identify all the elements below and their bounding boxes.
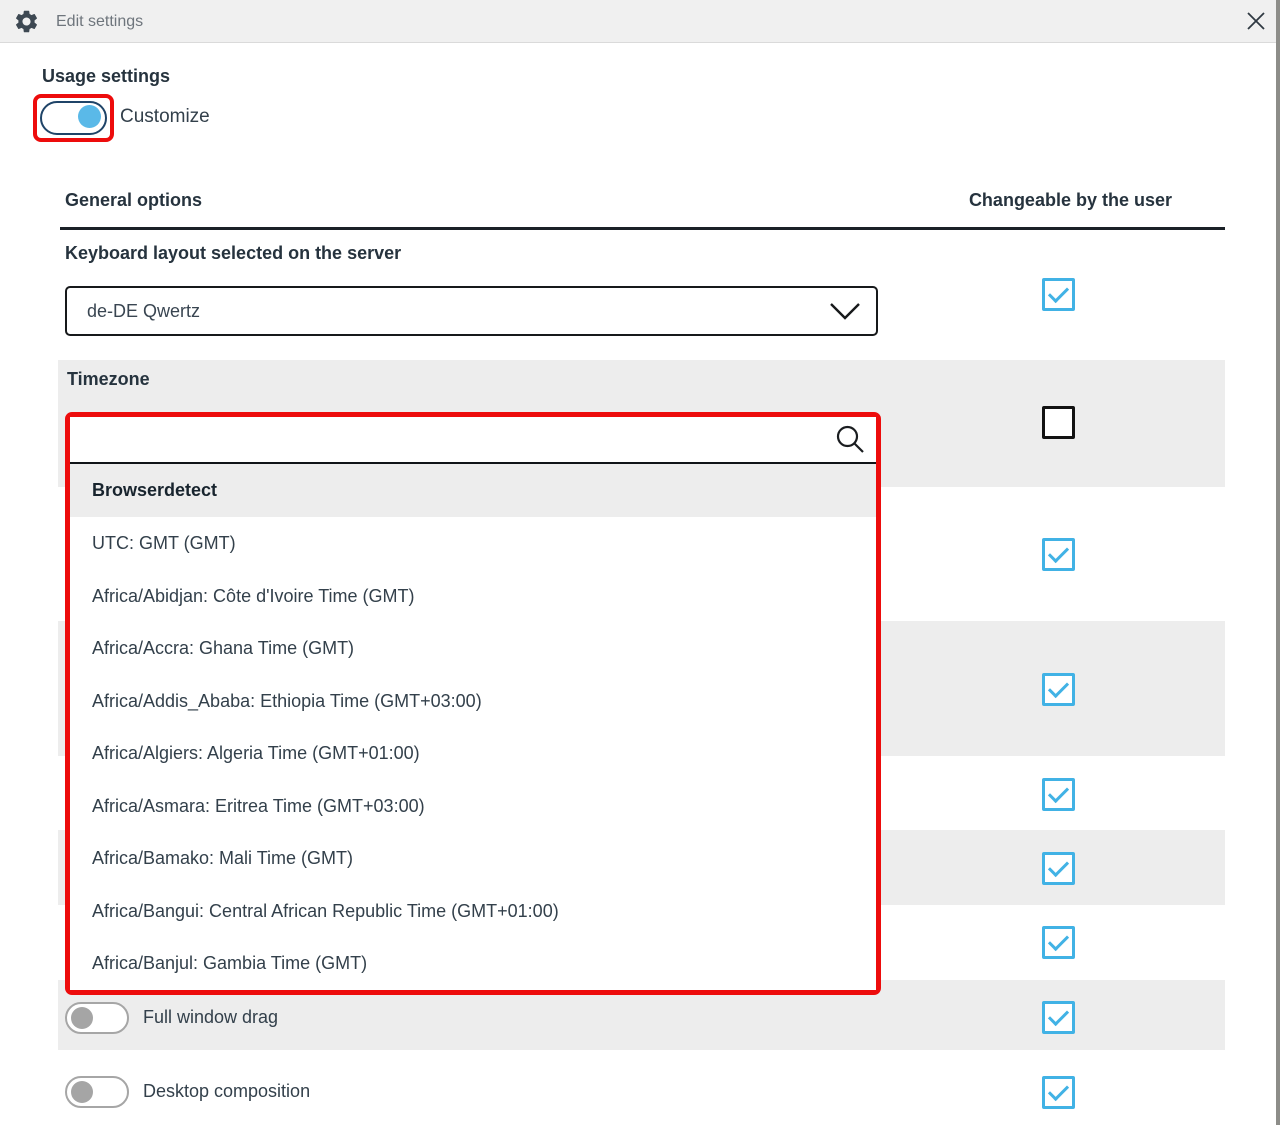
usage-settings-heading: Usage settings xyxy=(42,66,170,87)
changeable-checkbox-desktop-composition[interactable] xyxy=(1042,1076,1075,1109)
search-icon xyxy=(833,423,867,457)
timezone-label: Timezone xyxy=(67,369,150,390)
timezone-option[interactable]: Africa/Accra: Ghana Time (GMT) xyxy=(70,622,876,675)
check-icon xyxy=(1048,856,1069,877)
keyboard-layout-select[interactable]: de-DE Qwertz xyxy=(65,286,878,336)
keyboard-layout-value: de-DE Qwertz xyxy=(87,288,200,334)
timezone-option[interactable]: Africa/Addis_Ababa: Ethiopia Time (GMT+0… xyxy=(70,675,876,728)
timezone-dropdown-panel: Browserdetect UTC: GMT (GMT) Africa/Abid… xyxy=(70,417,876,990)
changeable-checkbox[interactable] xyxy=(1042,852,1075,885)
customize-toggle[interactable] xyxy=(40,101,107,135)
vertical-scrollbar[interactable] xyxy=(1276,0,1280,1125)
changeable-checkbox[interactable] xyxy=(1042,538,1075,571)
changeable-checkbox-timezone[interactable] xyxy=(1042,406,1075,439)
chevron-down-icon xyxy=(828,301,862,321)
changeable-checkbox[interactable] xyxy=(1042,926,1075,959)
changeable-checkbox[interactable] xyxy=(1042,778,1075,811)
changeable-checkbox-keyboard-layout[interactable] xyxy=(1042,278,1075,311)
timezone-options-list: UTC: GMT (GMT) Africa/Abidjan: Côte d'Iv… xyxy=(70,517,876,990)
timezone-option[interactable]: Africa/Algiers: Algeria Time (GMT+01:00) xyxy=(70,727,876,780)
desktop-composition-label: Desktop composition xyxy=(143,1081,310,1102)
check-icon xyxy=(1048,1080,1069,1101)
check-icon xyxy=(1048,1005,1069,1026)
toggle-knob xyxy=(78,105,101,128)
gear-icon xyxy=(13,8,40,35)
close-icon[interactable] xyxy=(1244,9,1268,33)
check-icon xyxy=(1048,782,1069,803)
full-window-drag-label: Full window drag xyxy=(143,1007,278,1028)
timezone-option[interactable]: Africa/Bamako: Mali Time (GMT) xyxy=(70,832,876,885)
desktop-composition-toggle[interactable] xyxy=(65,1076,129,1108)
changeable-checkbox-full-window-drag[interactable] xyxy=(1042,1001,1075,1034)
toggle-knob xyxy=(71,1007,93,1029)
toggle-knob xyxy=(71,1081,93,1103)
timezone-option[interactable]: Africa/Banjul: Gambia Time (GMT) xyxy=(70,937,876,990)
full-window-drag-toggle[interactable] xyxy=(65,1002,129,1034)
dialog-title: Edit settings xyxy=(56,0,143,43)
timezone-option[interactable]: Africa/Bangui: Central African Republic … xyxy=(70,885,876,938)
general-options-header: General options xyxy=(65,190,202,211)
customize-label: Customize xyxy=(120,106,210,128)
timezone-search-row xyxy=(70,417,876,462)
check-icon xyxy=(1048,282,1069,303)
changeable-by-user-header: Changeable by the user xyxy=(969,190,1172,211)
edit-settings-dialog: Edit settings Usage settings Customize G… xyxy=(0,0,1280,1125)
header-divider xyxy=(60,227,1225,230)
timezone-option[interactable]: Africa/Asmara: Eritrea Time (GMT+03:00) xyxy=(70,780,876,833)
titlebar: Edit settings xyxy=(0,0,1280,43)
check-icon xyxy=(1048,542,1069,563)
timezone-option[interactable]: UTC: GMT (GMT) xyxy=(70,517,876,570)
timezone-option-selected[interactable]: Browserdetect xyxy=(70,464,876,517)
timezone-search-input[interactable] xyxy=(70,417,835,462)
check-icon xyxy=(1048,677,1069,698)
check-icon xyxy=(1048,930,1069,951)
keyboard-layout-label: Keyboard layout selected on the server xyxy=(65,243,401,264)
changeable-checkbox[interactable] xyxy=(1042,673,1075,706)
timezone-option[interactable]: Africa/Abidjan: Côte d'Ivoire Time (GMT) xyxy=(70,570,876,623)
